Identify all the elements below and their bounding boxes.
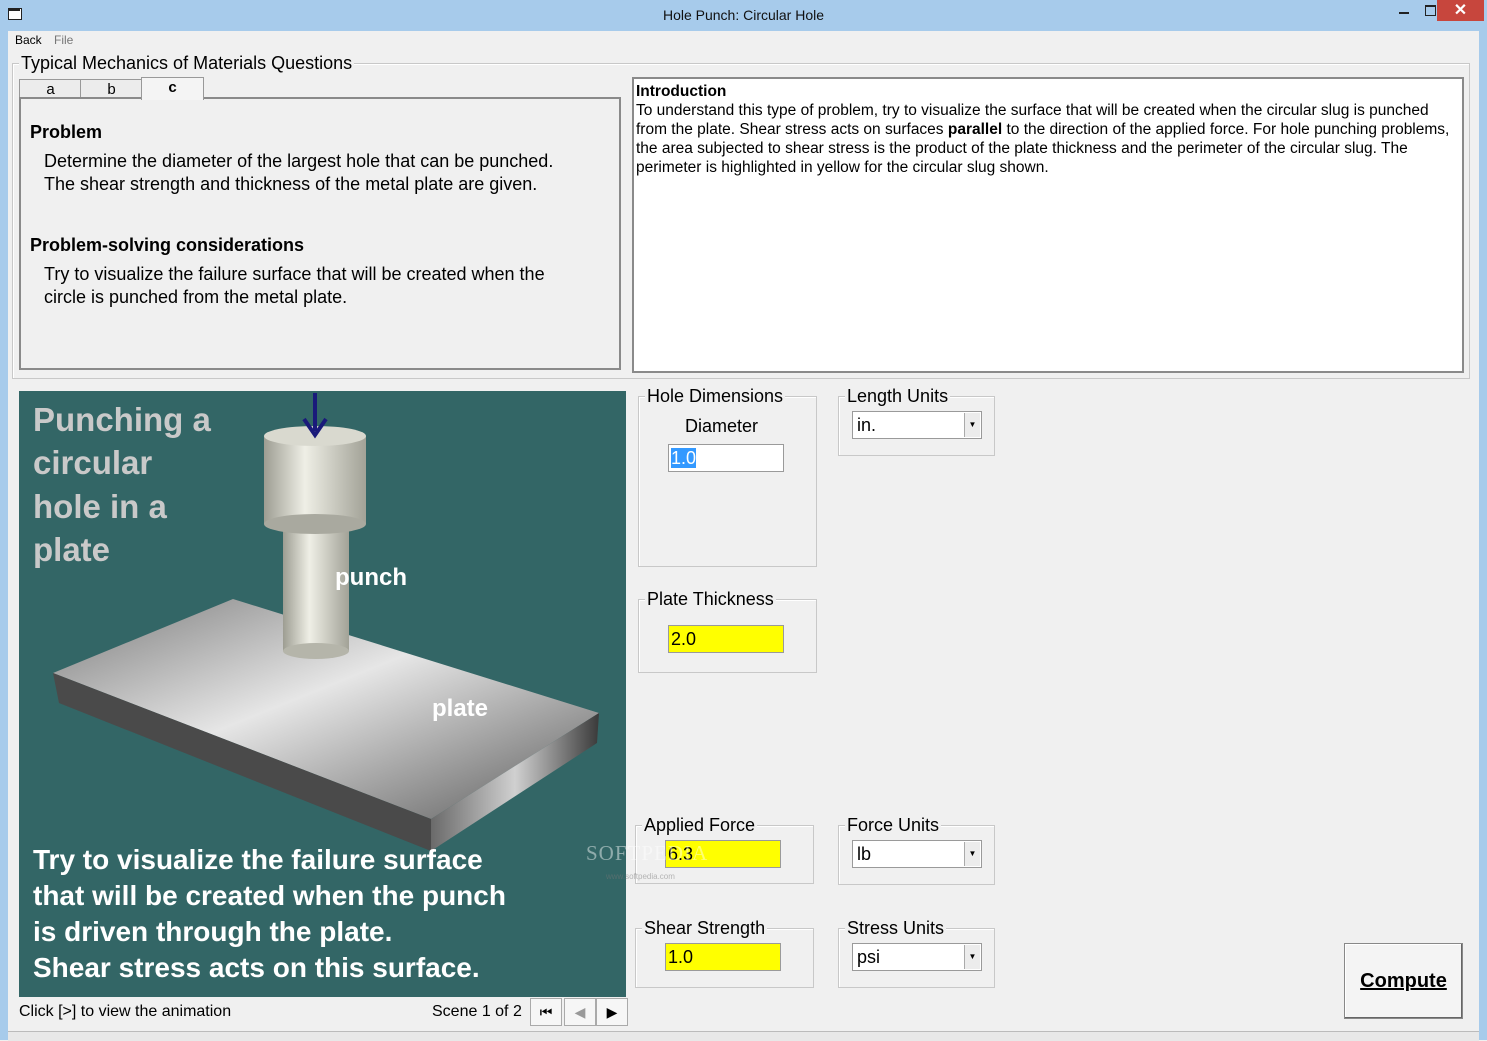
softpedia-watermark-url: www.softpedia.com [606, 872, 675, 881]
tab-a[interactable]: a [19, 79, 82, 99]
next-scene-button[interactable]: ▶ [596, 998, 628, 1026]
considerations-text-2: circle is punched from the metal plate. [44, 287, 348, 307]
diameter-input[interactable]: 1.0 [668, 444, 784, 472]
problem-text-2: The shear strength and thickness of the … [44, 174, 538, 194]
introduction-heading: Introduction [636, 83, 727, 100]
minimize-button[interactable] [1389, 0, 1419, 22]
animation-canvas[interactable]: Punching a circular hole in a plate punc… [19, 391, 626, 997]
scene-counter: Scene 1 of 2 [432, 1003, 522, 1020]
animation-caption-1: Try to visualize the failure surface [33, 844, 483, 875]
tab-panel [19, 97, 621, 370]
animation-caption-3: is driven through the plate. [33, 916, 393, 947]
punch-label: punch [335, 564, 407, 591]
diameter-value-selected: 1.0 [671, 448, 697, 468]
stress-units-legend: Stress Units [845, 918, 947, 939]
considerations-text-1: Try to visualize the failure surface tha… [44, 264, 545, 284]
length-units-legend: Length Units [845, 386, 951, 407]
shear-strength-input[interactable]: 1.0 [665, 943, 781, 971]
tab-c[interactable]: c [141, 77, 204, 100]
animation-caption-2: that will be created when the punch [33, 880, 506, 911]
length-units-select[interactable]: in. ▼ [852, 411, 982, 439]
plate-thickness-input[interactable]: 2.0 [668, 625, 784, 653]
hole-dimensions-legend: Hole Dimensions [645, 386, 786, 407]
menu-back[interactable]: Back [15, 33, 42, 47]
compute-button[interactable]: Compute [1344, 943, 1463, 1019]
stress-units-select[interactable]: psi ▼ [852, 943, 982, 971]
compute-button-label: Compute [1360, 970, 1447, 992]
stress-units-value: psi [857, 947, 881, 967]
window-title: Hole Punch: Circular Hole [662, 7, 825, 23]
window-border-left [0, 31, 8, 1040]
diameter-label: Diameter [685, 416, 759, 436]
applied-force-legend: Applied Force [642, 815, 758, 836]
problem-text-1: Determine the diameter of the largest ho… [44, 151, 554, 171]
force-units-select[interactable]: lb ▼ [852, 840, 982, 868]
previous-scene-button[interactable]: ◀ [564, 998, 596, 1026]
force-units-legend: Force Units [845, 815, 942, 836]
introduction-content: Introduction To understand this type of … [636, 82, 1462, 177]
menu-bar [8, 31, 1479, 49]
punch-head [264, 436, 366, 524]
menu-file[interactable]: File [54, 33, 73, 47]
softpedia-watermark: SOFTPEDIA [586, 841, 709, 865]
introduction-body: To understand this type of problem, try … [636, 101, 1462, 177]
chevron-down-icon[interactable]: ▼ [964, 413, 980, 437]
questions-legend: Typical Mechanics of Materials Questions [19, 53, 355, 74]
animation-caption-4: Shear stress acts on this surface. [33, 952, 480, 983]
animation-title-3: hole in a [33, 488, 167, 525]
shear-strength-legend: Shear Strength [642, 918, 768, 939]
window-border-right [1479, 31, 1487, 1040]
animation-title-4: plate [33, 531, 111, 568]
considerations-heading: Problem-solving considerations [30, 235, 305, 255]
punch-shaft-bottom [283, 643, 349, 659]
problem-heading: Problem [30, 122, 103, 142]
punch-head-bottom [264, 514, 366, 534]
animation-title-2: circular [33, 444, 153, 481]
chevron-down-icon[interactable]: ▼ [964, 842, 980, 866]
plate-thickness-legend: Plate Thickness [645, 589, 776, 610]
length-units-value: in. [857, 415, 877, 435]
first-scene-button[interactable]: ⏮ [530, 998, 562, 1026]
intro-text-bold: parallel [947, 121, 1003, 138]
close-button[interactable]: ✕ [1437, 0, 1484, 21]
chevron-down-icon[interactable]: ▼ [964, 945, 980, 969]
force-units-value: lb [857, 844, 872, 864]
animation-instruction: Click [>] to view the animation [19, 1003, 232, 1020]
plate-label: plate [432, 695, 489, 722]
tab-b[interactable]: b [80, 79, 143, 99]
animation-title-1: Punching a [33, 401, 211, 438]
